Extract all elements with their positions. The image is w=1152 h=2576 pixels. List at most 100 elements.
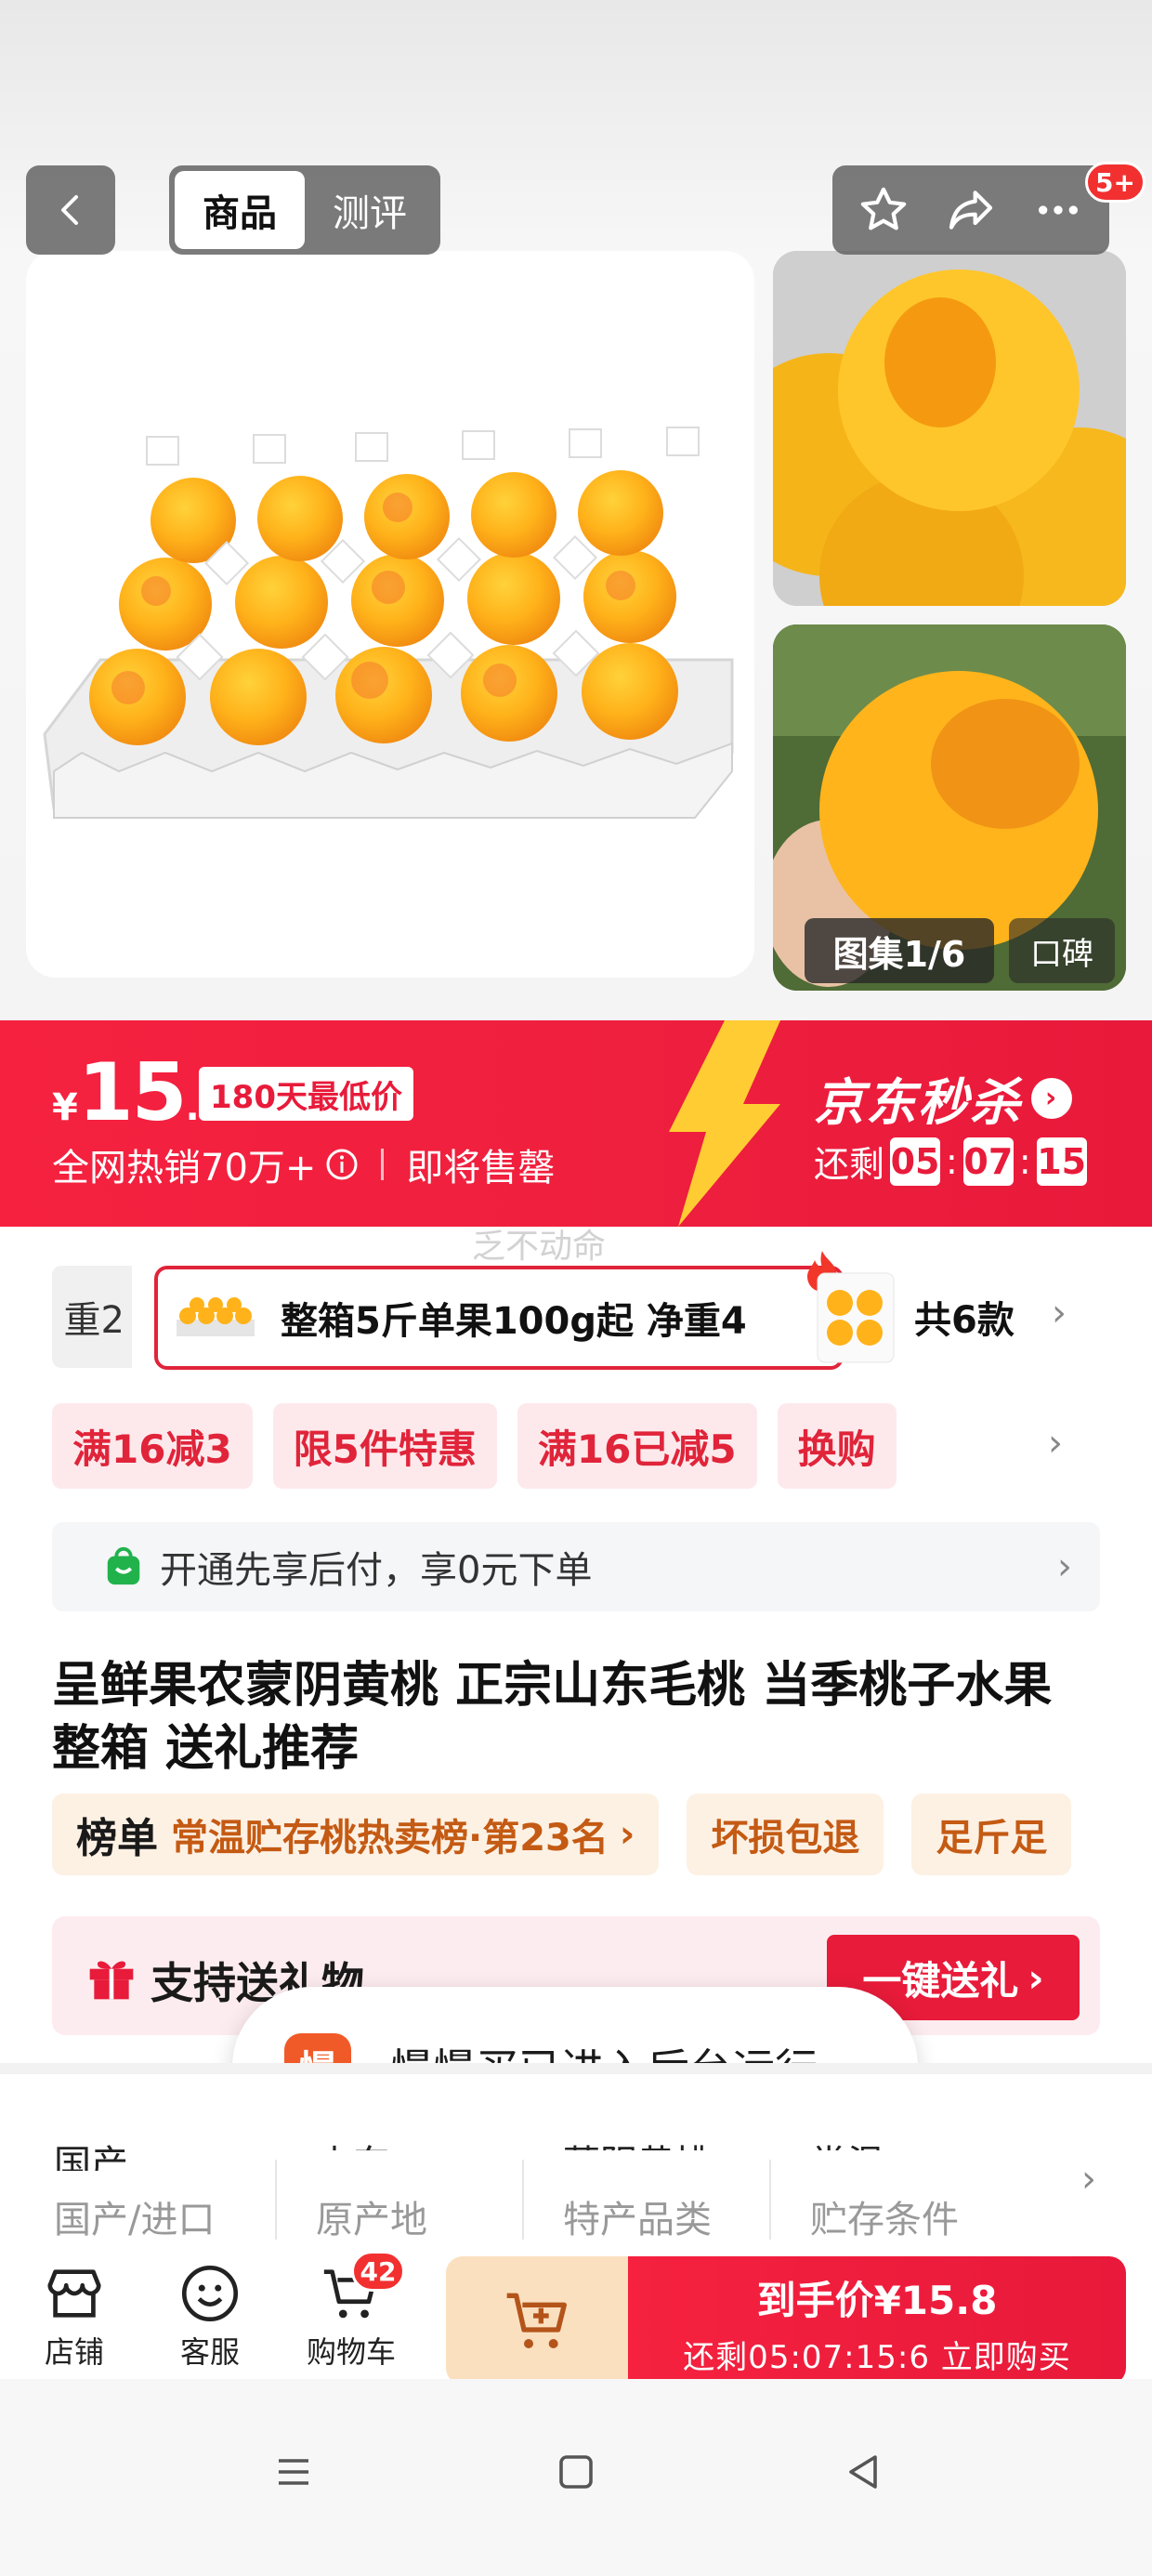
peach-closeup-image: [773, 251, 1126, 606]
favorite-button[interactable]: [846, 173, 921, 247]
service-tag[interactable]: 足斤足: [911, 1794, 1072, 1875]
more-dots-icon: [1039, 205, 1078, 215]
divider: [769, 2160, 771, 2243]
attribute-origin: 山东 原产地: [316, 2134, 530, 2243]
promo-tag[interactable]: 限5件特惠: [272, 1403, 497, 1489]
store-label: 店铺: [44, 2334, 104, 2370]
top-actions: [832, 165, 1109, 255]
customer-service-button[interactable]: 客服: [154, 2258, 266, 2372]
spec-option-previous[interactable]: 重2: [52, 1266, 132, 1368]
pay-later-row[interactable]: 开通先享后付，享0元下单 ›: [52, 1522, 1100, 1611]
chevron-right-icon: ›: [619, 1813, 635, 1856]
currency-symbol: ¥: [52, 1086, 78, 1129]
store-button[interactable]: 店铺: [19, 2258, 130, 2372]
info-icon[interactable]: [325, 1148, 359, 1181]
attribute-category: 蒙阴黄桃 特产品类: [563, 2134, 777, 2243]
divider: [381, 1149, 385, 1180]
buy-price-label: 到手价¥15.8: [756, 2278, 998, 2323]
remaining-label: 还剩: [814, 1144, 885, 1185]
star-icon: [860, 187, 907, 230]
add-cart-icon: [506, 2293, 567, 2348]
spec-option-selected[interactable]: 整箱5斤单果100g起 净重4: [154, 1266, 844, 1370]
cart-count-badge: 42: [351, 2251, 405, 2292]
hot-sales-text: 全网热销70万+: [52, 1147, 317, 1189]
product-title: 呈鲜果农蒙阴黄桃 正宗山东毛桃 当季桃子水果整箱 送礼推荐: [52, 1658, 1053, 1777]
main-product-image[interactable]: [26, 251, 754, 978]
service-tags: 榜单 常温贮存桃热卖榜·第23名 › 坏损包退 足斤足: [52, 1794, 1072, 1875]
system-navigation-bar: [0, 2379, 1152, 2576]
countdown-timer: 还剩 05 : 07 : 15: [814, 1136, 1087, 1187]
price-integer: 15: [77, 1046, 188, 1139]
chevron-left-icon: [61, 195, 78, 225]
spec-total-count[interactable]: 共6款: [914, 1290, 1015, 1344]
send-gift-label: 一键送礼: [862, 1957, 1019, 2004]
promo-tag[interactable]: 满16已减5: [517, 1403, 757, 1489]
shopping-bag-icon: [107, 1546, 140, 1585]
smile-icon: [154, 2258, 266, 2329]
service-tag[interactable]: 坏损包退: [687, 1794, 884, 1875]
home-nav-button[interactable]: [548, 2444, 604, 2500]
attribute-key: 国产/进口: [54, 2199, 216, 2241]
product-attributes[interactable]: 国产 国产/进口 山东 原产地 蒙阴黄桃 特产品类 常温 贮存条件 ›: [0, 2063, 1152, 2249]
countdown-seconds: 15: [1036, 1137, 1087, 1186]
add-to-cart-button[interactable]: [446, 2256, 630, 2385]
attribute-storage: 常温 贮存条件: [810, 2134, 1024, 2243]
attribute-value: 山东: [316, 2134, 530, 2150]
countdown-hours: 05: [890, 1137, 941, 1186]
more-button[interactable]: [1021, 173, 1095, 247]
buy-now-button[interactable]: 到手价¥15.8 还剩05:07:15:6 立即购买: [628, 2256, 1126, 2385]
chevron-right-icon: ›: [1081, 2158, 1096, 2201]
divider: [275, 2160, 277, 2243]
promo-tag[interactable]: 换购: [777, 1403, 897, 1489]
attribute-value: 常温: [810, 2134, 1024, 2150]
tab-product[interactable]: 商品: [175, 171, 305, 249]
attribute-value: 蒙阴黄桃: [563, 2134, 777, 2150]
colon: :: [946, 1140, 958, 1182]
attribute-key: 原产地: [316, 2199, 427, 2241]
triangle-back-icon: [849, 2455, 877, 2489]
attribute-key: 贮存条件: [810, 2199, 959, 2241]
lightning-icon: [669, 1020, 780, 1227]
ranking-text: 常温贮存桃热卖榜·第23名: [171, 1817, 609, 1860]
seckill-price-banner[interactable]: ¥ 15 .8 180天最低价 全网热销70万+ 即将售罄 京东秒杀 › 还剩 …: [0, 1020, 1152, 1227]
countdown-minutes: 07: [962, 1137, 1014, 1186]
gallery-thumbnail-1[interactable]: [773, 251, 1126, 606]
spec-thumbnail: [173, 1292, 258, 1344]
bottom-action-bar: 店铺 客服 购物车 42 到手价¥15.8 还剩05:07:15:6 立即购买: [0, 2240, 1152, 2385]
gift-icon: [89, 1961, 134, 2000]
back-button[interactable]: [26, 165, 115, 255]
watermark: 乏不动命: [472, 1228, 607, 1266]
attribute-origin-type: 国产 国产/进口: [54, 2134, 268, 2243]
spec-option-thumbnail[interactable]: [814, 1266, 897, 1370]
product-gallery: 图集1/6 口碑 商品 测评 5+: [0, 0, 1152, 1022]
divider: [522, 2160, 524, 2243]
tab-review[interactable]: 测评: [305, 171, 435, 249]
seckill-title[interactable]: 京东秒杀 ›: [814, 1061, 1072, 1135]
lowest-price-tag: 180天最低价: [199, 1067, 413, 1121]
attribute-key: 特产品类: [563, 2199, 712, 2241]
menu-nav-button[interactable]: [266, 2444, 321, 2500]
chevron-right-icon[interactable]: ›: [1052, 1292, 1067, 1334]
promo-tag[interactable]: 满16减3: [52, 1403, 253, 1489]
colon: :: [1018, 1140, 1031, 1182]
cart-label: 购物车: [306, 2334, 396, 2370]
spec-selector: 重2 整箱5斤单果100g起 净重4 共6款 ›: [52, 1251, 1152, 1370]
chevron-right-icon[interactable]: ›: [1048, 1422, 1063, 1465]
top-tab-switch: 商品 测评: [169, 165, 440, 255]
gallery-counter[interactable]: 图集1/6: [805, 918, 994, 983]
chevron-right-icon: ›: [1028, 1954, 1044, 2001]
seckill-title-text: 京东秒杀: [814, 1073, 1022, 1132]
attribute-value: 国产: [54, 2143, 128, 2171]
review-label[interactable]: 口碑: [1009, 918, 1115, 983]
ranking-lead: 榜单: [76, 1815, 158, 1862]
ranking-tag[interactable]: 榜单 常温贮存桃热卖榜·第23名 ›: [52, 1794, 660, 1875]
chevron-right-icon: ›: [1031, 1077, 1072, 1119]
share-button[interactable]: [934, 173, 1008, 247]
buy-countdown-label: 还剩05:07:15:6 立即购买: [683, 2339, 1071, 2376]
peach-box-illustration: [43, 427, 734, 819]
promotion-tags: 满16减3 限5件特惠 满16已减5 换购: [52, 1403, 897, 1489]
hot-sales-row: 全网热销70万+ 即将售罄: [52, 1137, 555, 1191]
back-nav-button[interactable]: [834, 2444, 890, 2500]
store-icon: [19, 2258, 130, 2329]
share-icon: [949, 191, 993, 230]
